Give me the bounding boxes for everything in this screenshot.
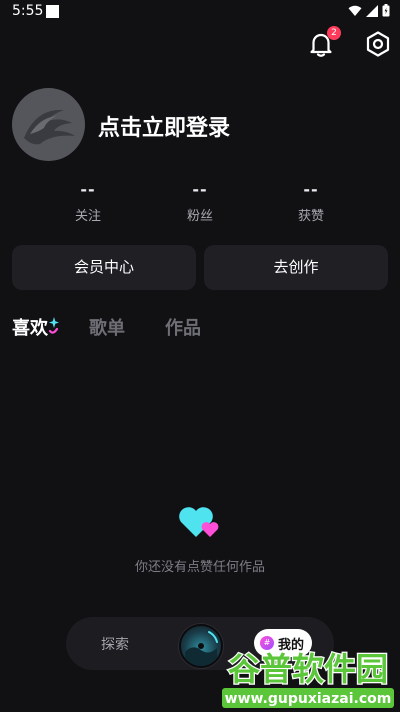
settings-icon[interactable]: [362, 28, 394, 60]
stat-likes[interactable]: -- 获赞: [271, 180, 351, 224]
stat-label: 获赞: [297, 209, 324, 224]
stat-value: --: [303, 180, 319, 199]
status-time: 5:55: [12, 3, 44, 19]
disc-art-icon: [185, 631, 218, 666]
watermark-title: 谷普软件园: [228, 650, 388, 688]
status-bar: 5:55: [0, 0, 400, 24]
wave-logo-icon: [24, 109, 75, 145]
tab-works[interactable]: 作品: [165, 314, 201, 340]
stat-fans[interactable]: -- 粉丝: [160, 180, 240, 224]
stat-following[interactable]: -- 关注: [48, 180, 128, 224]
tab-likes[interactable]: 喜欢: [12, 314, 60, 340]
wifi-icon: [348, 5, 362, 16]
battery-icon: [382, 4, 390, 17]
notification-square-icon: [46, 5, 59, 18]
stat-value: --: [80, 180, 96, 199]
status-icons: [348, 4, 390, 17]
nav-explore[interactable]: 探索: [101, 634, 129, 654]
empty-state-message: 你还没有点赞任何作品: [134, 560, 265, 575]
tab-label: 喜欢: [12, 318, 48, 339]
hearts-icon: [179, 507, 219, 537]
login-prompt[interactable]: 点击立即登录: [98, 110, 230, 142]
stat-value: --: [192, 180, 208, 199]
sparkle-icon: [48, 317, 59, 334]
stat-label: 关注: [74, 209, 101, 224]
avatar[interactable]: [12, 88, 85, 161]
signal-icon: [366, 4, 378, 17]
watermark-url: www.gupuxiazai.com: [225, 691, 392, 707]
notification-badge: 2: [327, 26, 341, 40]
create-button[interactable]: 去创作: [204, 245, 388, 290]
tab-playlists[interactable]: 歌单: [89, 314, 125, 340]
vip-center-button[interactable]: 会员中心: [12, 245, 196, 290]
watermark-logo: 谷普软件园 www.gupuxiazai.com: [222, 649, 394, 708]
stat-label: 粉丝: [186, 209, 213, 224]
